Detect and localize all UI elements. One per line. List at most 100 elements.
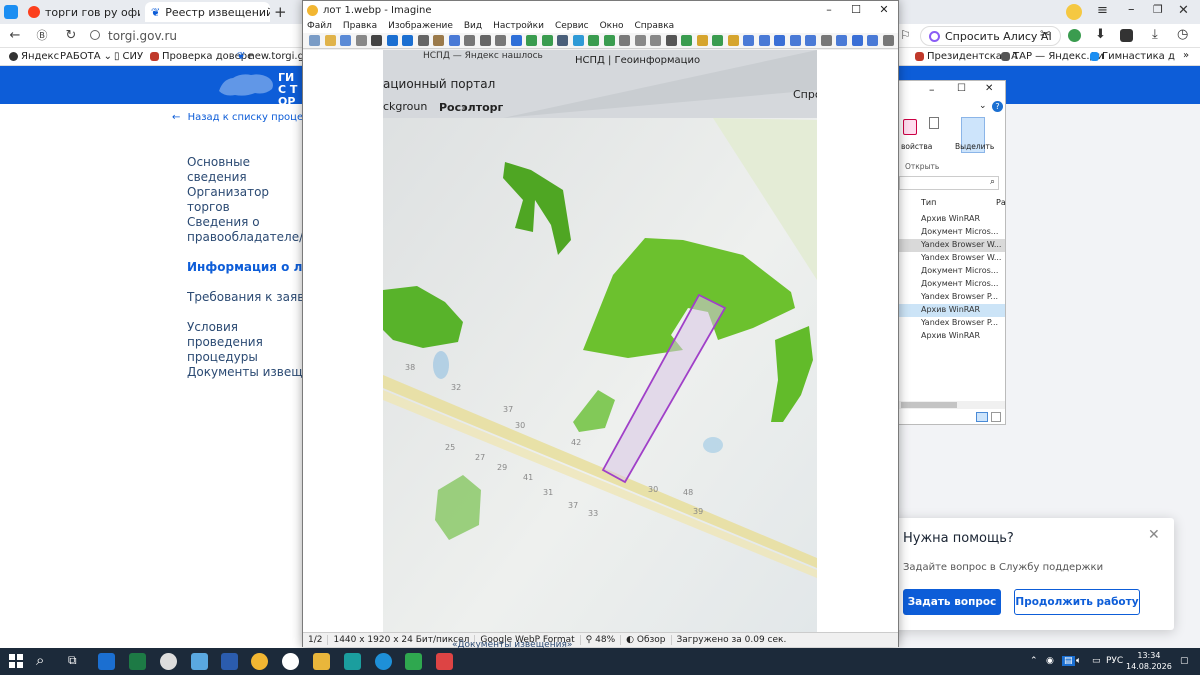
toolbar-button-icon[interactable] (789, 35, 801, 46)
menu-item[interactable]: Настройки (493, 21, 544, 31)
nav-item-organizer[interactable]: Организатор торгов (187, 185, 305, 215)
windows-start-icon[interactable] (9, 654, 23, 668)
extension2-icon[interactable] (1120, 29, 1133, 42)
toolbar-button-icon[interactable] (696, 35, 708, 46)
toolbar-button-icon[interactable] (665, 35, 677, 46)
edge-icon[interactable] (375, 653, 392, 670)
toolbar-button-icon[interactable] (433, 35, 444, 46)
explorer-close-icon[interactable]: ✕ (985, 83, 993, 94)
file-row[interactable]: Документ Micros... (899, 278, 1005, 291)
file-row[interactable]: Архив WinRAR (899, 304, 1005, 317)
bookmark-icon[interactable]: ⚐ (900, 28, 911, 42)
toolbar-button-icon[interactable] (805, 35, 816, 46)
tray-chevron-icon[interactable]: ⌃ (1030, 656, 1038, 666)
file-row[interactable]: Yandex Browser W... (899, 239, 1005, 252)
toolbar-button-icon[interactable] (495, 35, 506, 46)
toolbar-button-icon[interactable] (758, 35, 770, 46)
image-canvas[interactable]: ационный портал НСПД — Яндекс нашлось НС… (303, 50, 898, 632)
toolbar-button-icon[interactable] (650, 35, 661, 46)
nav-item-rightholder[interactable]: Сведения о правообладателе/ инициаторе т… (187, 215, 305, 247)
toolbar-button-icon[interactable] (572, 35, 584, 46)
help-icon[interactable]: ? (992, 101, 1003, 112)
explorer-chevron-icon[interactable]: ⌄ (979, 101, 987, 111)
tools-icon[interactable]: ✂ (1040, 27, 1051, 42)
minimize-icon[interactable]: – (1128, 2, 1135, 17)
toolbar-button-icon[interactable] (727, 35, 739, 46)
menu-item[interactable]: Изображение (388, 21, 453, 31)
maximize-icon[interactable]: ❐ (1153, 3, 1163, 16)
downloads-icon[interactable]: ⬇ (1095, 27, 1106, 42)
toolbar-button-icon[interactable] (681, 35, 692, 46)
toolbar-button-icon[interactable] (448, 35, 460, 46)
toolbar-button-icon[interactable] (510, 35, 522, 46)
toolbar-button-icon[interactable] (417, 35, 429, 46)
tiles-view-icon[interactable] (991, 412, 1001, 422)
word-icon[interactable] (221, 653, 238, 670)
toolbar-button-icon[interactable] (820, 35, 832, 46)
bookmark-tar[interactable]: ТАР — Яндекс.Ди (1001, 51, 1104, 62)
notifications-icon[interactable]: ▢ (1180, 656, 1189, 666)
explorer-minimize-icon[interactable]: – (929, 83, 935, 96)
browser-sidebar-icon[interactable] (4, 5, 18, 19)
yandex-b-icon[interactable]: Ⓑ (33, 27, 51, 45)
ask-question-button[interactable]: Задать вопрос (903, 589, 1001, 615)
search-icon[interactable]: ⌕ (36, 651, 44, 669)
bookmarks-more-icon[interactable]: » (1183, 50, 1189, 61)
menu-item[interactable]: Файл (307, 21, 332, 31)
extension-icon[interactable] (1068, 29, 1081, 42)
toolbar-button-icon[interactable] (634, 35, 646, 46)
app-icon-blue[interactable] (98, 653, 115, 670)
properties-icon[interactable] (903, 119, 917, 135)
toolbar-button-icon[interactable] (464, 35, 475, 46)
toolbar-button-icon[interactable] (541, 35, 553, 46)
toolbar-button-icon[interactable] (588, 35, 599, 46)
nav-item-basic[interactable]: Основные сведения (187, 155, 305, 185)
new-item-icon[interactable] (929, 117, 939, 129)
toolbar-button-icon[interactable] (324, 35, 336, 46)
nav-item-lots[interactable]: Информация о лотах (187, 260, 305, 275)
file-row[interactable]: Yandex Browser W... (899, 252, 1005, 265)
toolbar-button-icon[interactable] (867, 35, 878, 46)
volume-icon[interactable]: 🔈︎ (1076, 656, 1081, 666)
downloads2-icon[interactable]: ⤓ (1152, 27, 1158, 42)
explorer-maximize-icon[interactable]: ☐ (957, 83, 966, 94)
toolbar-button-icon[interactable] (557, 35, 568, 46)
new-tab-button[interactable]: + (274, 3, 287, 21)
app-icon-red[interactable] (436, 653, 453, 670)
menu-item[interactable]: Сервис (555, 21, 589, 31)
tab-torgi-search[interactable]: торги гов ру официальны (22, 2, 140, 22)
toolbar-button-icon[interactable] (603, 35, 615, 46)
excel-icon[interactable] (129, 653, 146, 670)
menu-item[interactable]: Вид (464, 21, 482, 31)
toolbar-button-icon[interactable] (882, 35, 894, 46)
close-icon[interactable]: ✕ (1178, 3, 1189, 18)
history-icon[interactable]: ◷ (1177, 27, 1188, 42)
menu-item[interactable]: Справка (635, 21, 675, 31)
column-type-header[interactable]: Тип (921, 198, 936, 207)
toolbar-button-icon[interactable] (371, 35, 382, 46)
toolbar-button-icon[interactable] (402, 35, 413, 46)
horizontal-scrollbar[interactable] (899, 401, 1005, 409)
file-row[interactable]: Документ Micros... (899, 226, 1005, 239)
details-view-icon[interactable] (976, 412, 988, 422)
yandex-browser-icon[interactable] (282, 653, 299, 670)
imagine-taskbar-icon[interactable] (251, 653, 268, 670)
file-row[interactable]: Yandex Browser P... (899, 317, 1005, 330)
nav-item-requirements[interactable]: Требования к заявкам (187, 290, 305, 305)
tab-registry[interactable]: ❦ Реестр извещений ✕ (145, 2, 270, 22)
toolbar-button-icon[interactable] (712, 35, 723, 46)
back-to-list-link[interactable]: ← Назад к списку процедур (172, 112, 302, 123)
minimize-icon[interactable]: – (818, 3, 840, 16)
menu-item[interactable]: Правка (343, 21, 377, 31)
reload-icon[interactable]: ↻ (62, 27, 80, 45)
toolbar-button-icon[interactable] (774, 35, 785, 46)
maximize-icon[interactable]: ☐ (845, 3, 867, 16)
url-field[interactable]: torgi.gov.ru (108, 29, 177, 43)
back-arrow-icon[interactable]: ← (6, 27, 24, 45)
profile-avatar-icon[interactable] (1066, 4, 1082, 20)
app-icon-green[interactable] (405, 653, 422, 670)
toolbar-button-icon[interactable] (309, 35, 320, 46)
bookmark-gym[interactable]: Гимнастика д (1090, 51, 1175, 62)
toolbar-button-icon[interactable] (743, 35, 754, 46)
nav-item-documents[interactable]: Документы извещения (187, 365, 305, 380)
